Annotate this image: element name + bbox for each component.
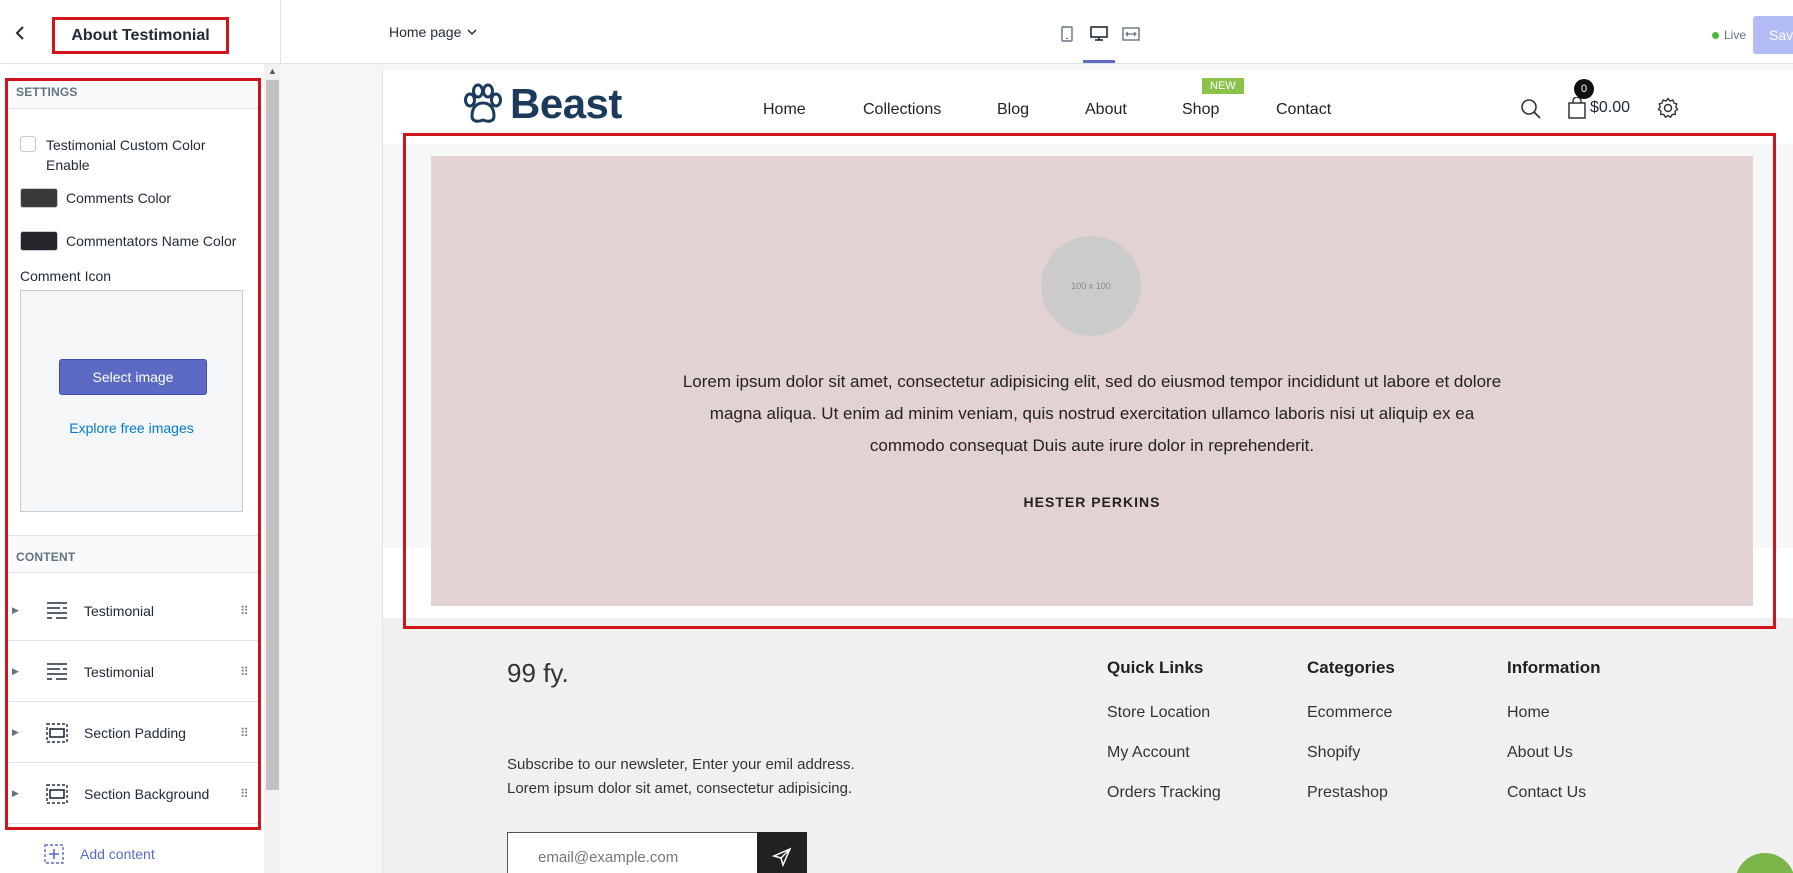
testimonial-card[interactable]: 100 x 100 Lorem ipsum dolor sit amet, co… bbox=[431, 156, 1753, 606]
sidebar-scrollbar-thumb[interactable] bbox=[266, 80, 279, 790]
mobile-icon bbox=[1061, 26, 1073, 42]
live-dot-icon bbox=[1712, 31, 1719, 39]
new-badge: NEW bbox=[1202, 78, 1244, 94]
subscribe-line-2: Lorem ipsum dolor sit amet, consectetur … bbox=[507, 780, 853, 797]
sidebar-highlight-box bbox=[5, 78, 261, 830]
footer-link[interactable]: Home bbox=[1507, 704, 1601, 722]
testimonial-quote: Lorem ipsum dolor sit amet, consectetur … bbox=[682, 372, 1502, 455]
nav-about[interactable]: About bbox=[1085, 101, 1127, 119]
nav-contact[interactable]: Contact bbox=[1276, 101, 1331, 119]
footer-link[interactable]: About Us bbox=[1507, 744, 1601, 762]
cart-bag-icon bbox=[1568, 97, 1586, 119]
add-block-icon bbox=[44, 844, 64, 864]
nav-shop[interactable]: Shop bbox=[1182, 101, 1219, 119]
paw-icon bbox=[464, 83, 502, 123]
scroll-up-arrow-icon[interactable]: ▲ bbox=[264, 66, 281, 78]
page-selector-label: Home page bbox=[389, 24, 462, 40]
mobile-view-button[interactable] bbox=[1056, 22, 1078, 46]
newsletter-form bbox=[507, 832, 807, 873]
add-content-button[interactable]: Add content bbox=[44, 844, 155, 864]
sidebar-header: About Testimonial bbox=[0, 0, 281, 64]
footer-link[interactable]: My Account bbox=[1107, 744, 1221, 762]
footer-link[interactable]: Store Location bbox=[1107, 704, 1221, 722]
footer-column-quick-links: Quick Links Store Location My Account Or… bbox=[1107, 658, 1221, 824]
email-input[interactable] bbox=[508, 833, 758, 873]
subscribe-line-1: Subscribe to our newsleter, Enter your e… bbox=[507, 756, 855, 773]
store-footer: 99 fy. Subscribe to our newsleter, Enter… bbox=[383, 618, 1793, 873]
store-logo[interactable]: Beast bbox=[460, 80, 622, 128]
newsletter-submit-button[interactable] bbox=[757, 832, 807, 873]
editor-topbar: About Testimonial Home page Live Save bbox=[0, 0, 1793, 64]
footer-column-categories: Categories Ecommerce Shopify Prestashop bbox=[1307, 658, 1395, 824]
add-content-label: Add content bbox=[80, 846, 155, 862]
desktop-view-button[interactable] bbox=[1083, 22, 1115, 63]
storefront: Beast Home Collections Blog About Shop C… bbox=[382, 70, 1793, 873]
nav-collections[interactable]: Collections bbox=[863, 101, 941, 119]
nav-home[interactable]: Home bbox=[763, 101, 806, 119]
footer-link[interactable]: Orders Tracking bbox=[1107, 784, 1221, 802]
footer-brand: 99 fy. bbox=[507, 658, 569, 688]
avatar: 100 x 100 bbox=[1041, 236, 1141, 336]
footer-link[interactable]: Shopify bbox=[1307, 744, 1395, 762]
chevron-down-icon bbox=[467, 28, 477, 35]
fullwidth-view-button[interactable] bbox=[1120, 22, 1142, 46]
footer-link[interactable]: Contact Us bbox=[1507, 784, 1601, 802]
logo-text: Beast bbox=[510, 80, 622, 127]
save-button[interactable]: Save bbox=[1753, 16, 1793, 54]
live-status: Live bbox=[1712, 28, 1746, 42]
nav-blog[interactable]: Blog bbox=[997, 101, 1029, 119]
footer-column-information: Information Home About Us Contact Us bbox=[1507, 658, 1601, 824]
subscribe-text: Subscribe to our newsleter, Enter your e… bbox=[507, 753, 927, 801]
footer-link[interactable]: Prestashop bbox=[1307, 784, 1395, 802]
expand-icon bbox=[1122, 27, 1140, 41]
footer-column-heading: Categories bbox=[1307, 658, 1395, 677]
send-icon bbox=[772, 847, 792, 867]
theme-editor: About Testimonial Home page Live Save ▲ … bbox=[0, 0, 1793, 873]
footer-column-heading: Quick Links bbox=[1107, 658, 1204, 677]
page-selector[interactable]: Home page bbox=[389, 24, 477, 40]
viewport-switcher bbox=[1056, 22, 1142, 63]
cart-total: $0.00 bbox=[1590, 99, 1631, 116]
footer-link[interactable]: Ecommerce bbox=[1307, 704, 1395, 722]
gear-icon[interactable] bbox=[1657, 97, 1679, 124]
cart-button[interactable]: $0.00 bbox=[1568, 97, 1630, 119]
store-preview: Beast Home Collections Blog About Shop C… bbox=[282, 64, 1793, 873]
live-label: Live bbox=[1724, 28, 1747, 42]
testimonial-author: HESTER PERKINS bbox=[1023, 494, 1161, 510]
footer-column-heading: Information bbox=[1507, 658, 1601, 677]
back-button[interactable] bbox=[10, 22, 32, 44]
search-icon[interactable] bbox=[1520, 98, 1542, 125]
chevron-left-icon bbox=[15, 26, 24, 40]
desktop-icon bbox=[1090, 26, 1108, 41]
section-title: About Testimonial bbox=[52, 17, 229, 54]
cart-count-badge: 0 bbox=[1574, 79, 1594, 99]
